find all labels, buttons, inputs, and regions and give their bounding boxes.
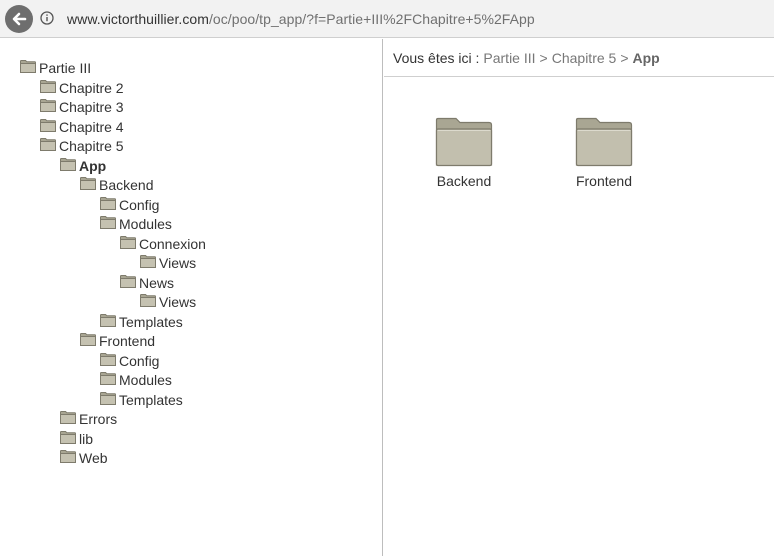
tree-item-label: Templates [119, 392, 183, 408]
tree-item-label: Config [119, 197, 160, 213]
folder-icon [60, 449, 76, 463]
folder-icon [140, 254, 156, 268]
tree-item-label: Partie III [39, 60, 92, 76]
url-host: www.victorthuillier.com [67, 11, 209, 27]
folder-tile-frontend[interactable]: Frontend [559, 117, 649, 189]
tree-item-label: Templates [119, 314, 183, 330]
folder-tree: Partie III Chapitre 2 Chapitre 3 Chapitr… [0, 39, 383, 556]
tree-item-label: lib [79, 431, 94, 447]
folder-icon [100, 215, 116, 229]
folder-icon [40, 79, 56, 93]
folder-icon [120, 235, 136, 249]
tree-item-frontend[interactable]: Frontend [80, 330, 156, 349]
browser-toolbar: www.victorthuillier.com/oc/poo/tp_app/?f… [0, 0, 774, 38]
folder-icon [40, 98, 56, 112]
folder-icon [80, 176, 96, 190]
tree-item-label: Modules [119, 216, 172, 232]
tree-item-web[interactable]: Web [60, 447, 108, 466]
folder-tile-label: Backend [436, 173, 492, 189]
tree-item-label: Config [119, 353, 160, 369]
tree-item-label: Web [79, 450, 108, 466]
tree-item-lib[interactable]: lib [60, 428, 94, 447]
folder-icon [60, 430, 76, 444]
tree-item-label: Views [159, 294, 197, 310]
folder-icon [100, 371, 116, 385]
tree-item-news-views[interactable]: Views [140, 291, 197, 310]
tree-item-chapitre-3[interactable]: Chapitre 3 [40, 96, 124, 115]
tree-item-label: Backend [99, 177, 154, 193]
tree-item-backend-templates[interactable]: Templates [100, 311, 183, 330]
tree-item-frontend-modules[interactable]: Modules [100, 369, 172, 388]
tree-item-backend-config[interactable]: Config [100, 194, 160, 213]
arrow-left-icon [12, 12, 27, 26]
info-icon[interactable] [40, 11, 54, 25]
tree-item-app[interactable]: App [60, 155, 107, 174]
tree-item-frontend-templates[interactable]: Templates [100, 389, 183, 408]
breadcrumb-prefix: Vous êtes ici : [393, 49, 480, 66]
tree-item-label: Modules [119, 372, 172, 388]
folder-tile-backend[interactable]: Backend [419, 117, 509, 189]
tree-item-backend[interactable]: Backend [80, 174, 154, 193]
tree-item-connexion-views[interactable]: Views [140, 252, 197, 271]
folder-icon [100, 196, 116, 210]
address-bar[interactable]: www.victorthuillier.com/oc/poo/tp_app/?f… [67, 11, 535, 27]
folder-icon [100, 313, 116, 327]
folder-icon [575, 117, 633, 167]
folder-icon [40, 137, 56, 151]
tree-item-partie-iii[interactable]: Partie III [20, 57, 92, 76]
breadcrumb-link-partie-iii[interactable]: Partie III [483, 50, 535, 66]
folder-icon [40, 118, 56, 132]
url-path: /oc/poo/tp_app/?f=Partie+III%2FChapitre+… [208, 11, 535, 27]
tree-item-label: Errors [79, 411, 118, 427]
breadcrumb: Vous êtes ici : Partie III > Chapitre 5 … [384, 39, 774, 77]
folder-icon [60, 410, 76, 424]
breadcrumb-separator: > [539, 49, 548, 66]
tree-item-label: Chapitre 3 [59, 99, 124, 115]
tree-item-label: Chapitre 2 [59, 80, 124, 96]
tree-item-connexion[interactable]: Connexion [120, 233, 206, 252]
tree-item-label: Connexion [139, 236, 206, 252]
tree-item-news[interactable]: News [120, 272, 175, 291]
tree-item-label: Chapitre 5 [59, 138, 124, 154]
folder-icon [20, 59, 36, 73]
tree-item-label: App [79, 158, 107, 174]
tree-item-label: Frontend [99, 333, 156, 349]
folder-icon [60, 157, 76, 171]
tree-item-chapitre-5[interactable]: Chapitre 5 [40, 135, 124, 154]
folder-icon [100, 391, 116, 405]
folder-icon [100, 352, 116, 366]
folder-tile-label: Frontend [575, 173, 633, 189]
tree-item-label: News [139, 275, 175, 291]
breadcrumb-current: App [632, 49, 660, 66]
tree-item-backend-modules[interactable]: Modules [100, 213, 172, 232]
tree-item-errors[interactable]: Errors [60, 408, 118, 427]
tree-item-chapitre-4[interactable]: Chapitre 4 [40, 116, 124, 135]
tree-item-label: Views [159, 255, 197, 271]
breadcrumb-link-chapitre-5[interactable]: Chapitre 5 [552, 50, 617, 66]
breadcrumb-separator: > [620, 49, 629, 66]
tree-item-label: Chapitre 4 [59, 119, 124, 135]
tree-item-frontend-config[interactable]: Config [100, 350, 160, 369]
folder-icon [80, 332, 96, 346]
back-button[interactable] [5, 5, 33, 33]
folder-icon [140, 293, 156, 307]
folder-icon [435, 117, 493, 167]
tree-item-chapitre-2[interactable]: Chapitre 2 [40, 77, 124, 96]
folder-icon [120, 274, 136, 288]
